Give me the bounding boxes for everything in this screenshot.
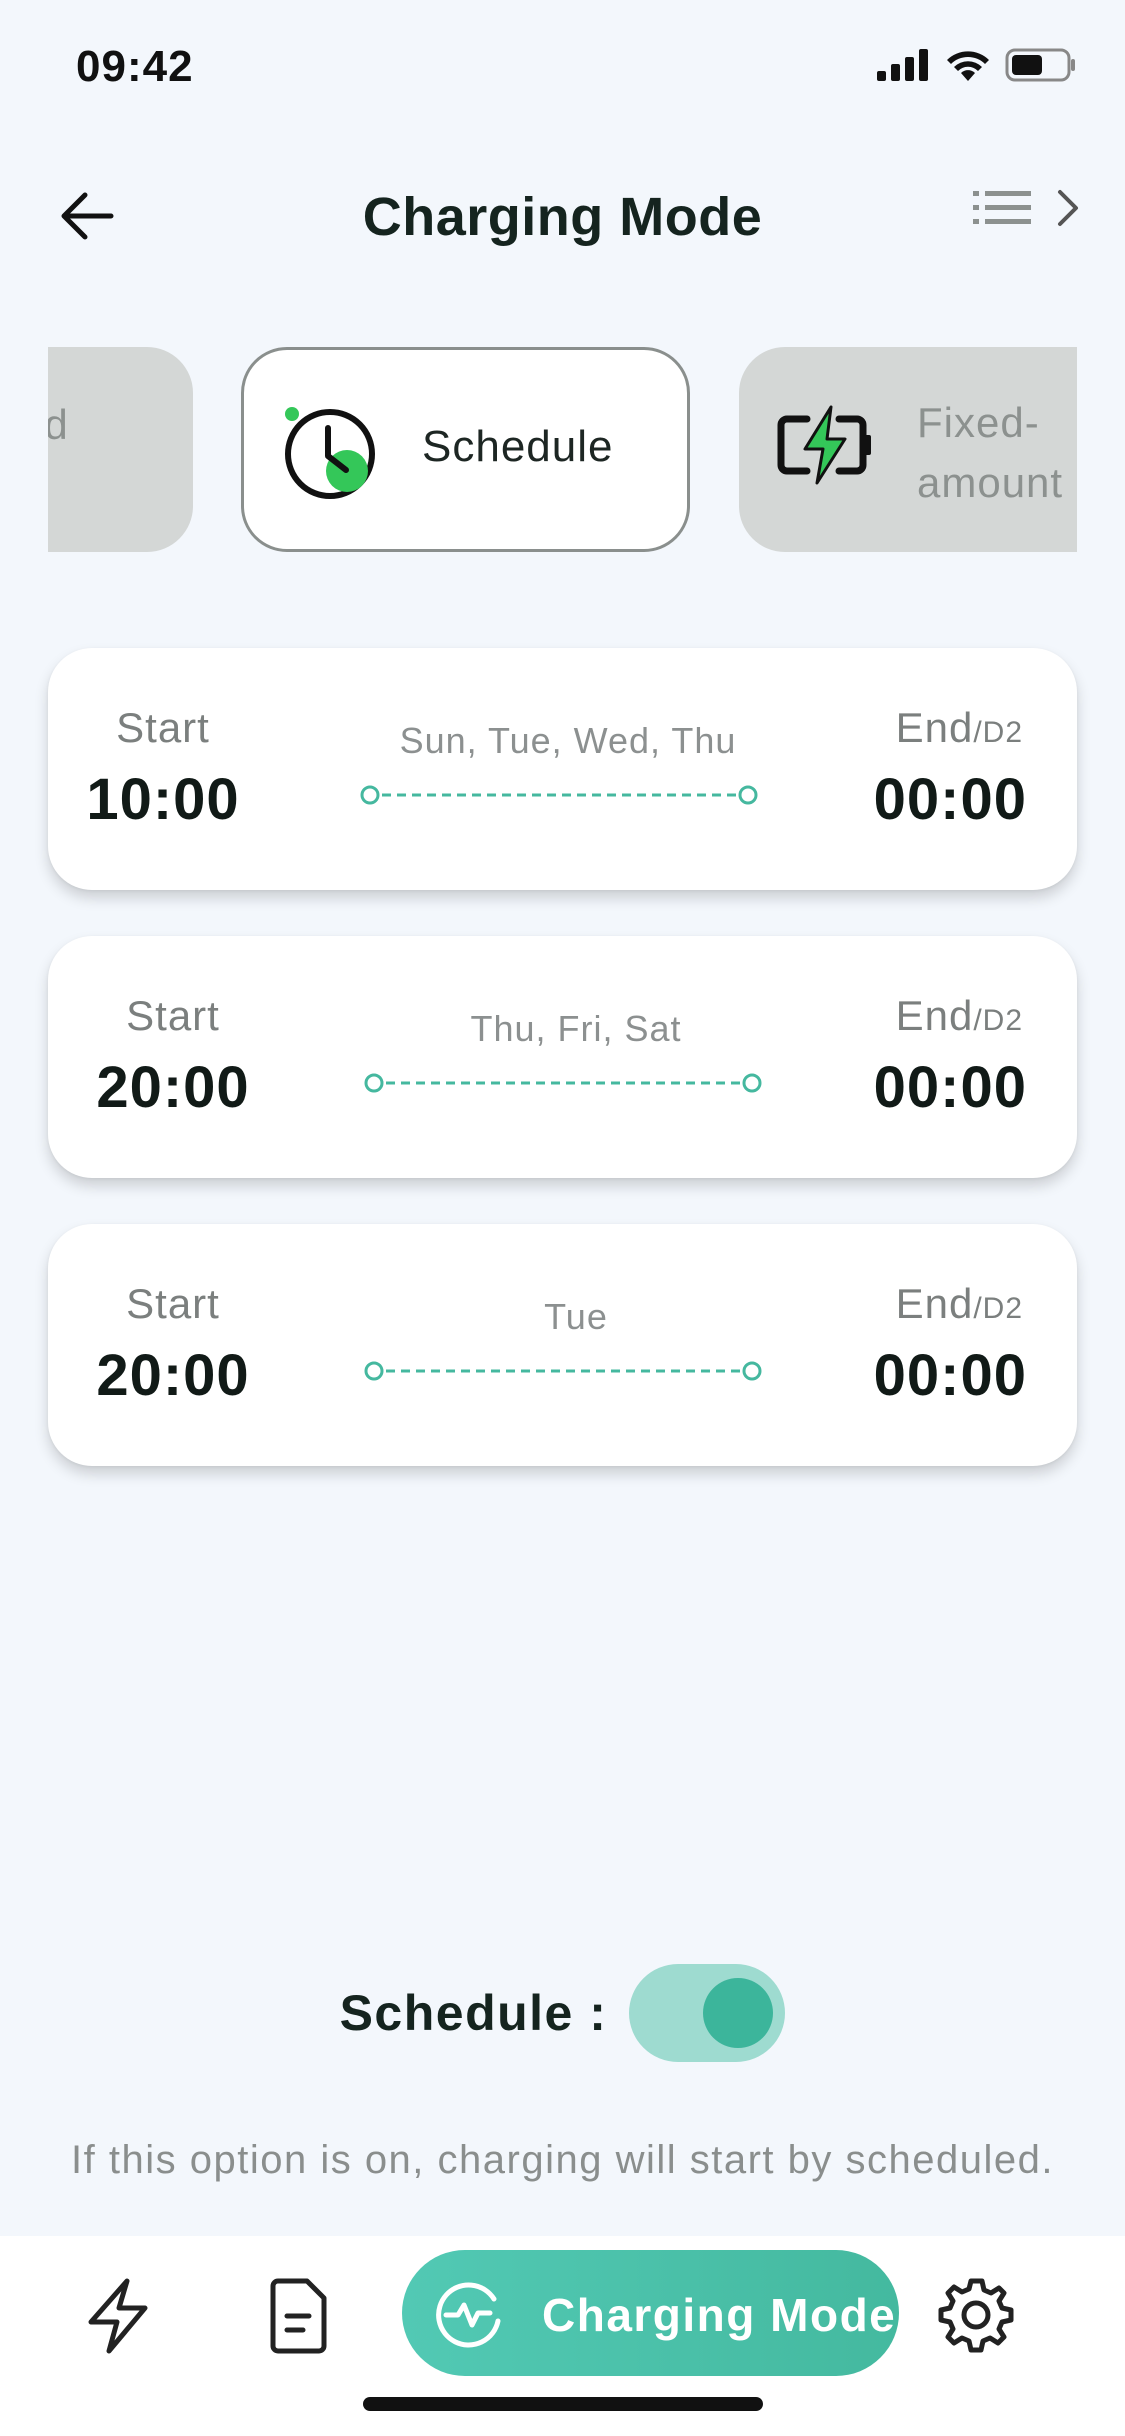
mode-label-fixed-amount: Fixed- amount — [917, 399, 1064, 506]
document-icon — [270, 2278, 327, 2354]
timeline-connector — [364, 1361, 762, 1381]
gear-icon — [938, 2278, 1014, 2353]
mode-carousel[interactable]: nd e Schedule Fixed- amount — [0, 347, 1125, 552]
end-day-suffix: /D2 — [973, 716, 1023, 749]
wifi-icon — [947, 51, 989, 81]
mode-card-fixed-amount[interactable]: Fixed- amount — [739, 347, 1077, 552]
end-label: End/D2 — [895, 1280, 1023, 1327]
schedule-card[interactable]: Start 20:00 Thu, Fri, Sat End/D2 00:00 — [48, 936, 1077, 1178]
schedule-card[interactable]: Start 20:00 Tue End/D2 00:00 — [48, 1224, 1077, 1466]
clock-icon — [280, 404, 380, 509]
end-time: 00:00 — [873, 1055, 1027, 1120]
start-label: Start — [126, 992, 220, 1039]
schedule-days: Tue — [544, 1296, 608, 1337]
header: Charging Mode — [0, 170, 1125, 265]
status-time: 09:42 — [76, 42, 194, 91]
mode-card-schedule[interactable]: Schedule — [241, 347, 690, 552]
schedule-days: Sun, Tue, Wed, Thu — [399, 720, 737, 761]
bottom-nav: Charging Mode — [0, 2236, 1125, 2436]
start-time: 20:00 — [96, 1343, 250, 1408]
home-indicator — [363, 2397, 763, 2411]
schedule-toggle[interactable] — [629, 1964, 786, 2062]
nav-active-label: Charging Mode — [542, 2289, 897, 2341]
battery-icon — [1005, 48, 1075, 82]
header-actions[interactable] — [973, 188, 1081, 228]
start-label: Start — [116, 704, 210, 751]
chevron-right-icon[interactable] — [1055, 188, 1081, 228]
schedule-days: Thu, Fri, Sat — [470, 1008, 682, 1049]
end-day-suffix: /D2 — [973, 1004, 1023, 1037]
schedule-toggle-row: Schedule : — [0, 1963, 1125, 2063]
list-icon[interactable] — [973, 188, 1031, 228]
nav-item-charging-mode[interactable]: Charging Mode — [402, 2250, 899, 2376]
end-time: 00:00 — [873, 1343, 1027, 1408]
mode-label-previous: nd e — [48, 401, 69, 448]
end-label: End/D2 — [895, 992, 1023, 1039]
page-title: Charging Mode — [362, 187, 763, 247]
schedule-list: Start 10:00 Sun, Tue, Wed, Thu End/D2 00… — [48, 648, 1077, 1512]
lightning-icon — [88, 2278, 148, 2354]
nav-item-records[interactable] — [258, 2276, 338, 2356]
schedule-toggle-label: Schedule : — [339, 1985, 608, 2041]
schedule-hint-text: If this option is on, charging will star… — [71, 2138, 1054, 2182]
nav-item-settings[interactable] — [935, 2274, 1017, 2356]
nav-item-charging[interactable] — [78, 2276, 158, 2356]
end-label: End/D2 — [895, 704, 1023, 751]
start-time: 10:00 — [86, 767, 240, 832]
schedule-card[interactable]: Start 10:00 Sun, Tue, Wed, Thu End/D2 00… — [48, 648, 1077, 890]
timeline-connector — [360, 785, 758, 805]
start-time: 20:00 — [96, 1055, 250, 1120]
mode-card-previous[interactable]: nd e — [48, 347, 193, 552]
status-icons — [877, 48, 1077, 82]
end-time: 00:00 — [873, 767, 1027, 832]
battery-charging-icon — [777, 405, 873, 490]
toggle-knob — [703, 1978, 774, 2048]
cellular-signal-icon — [877, 49, 928, 81]
status-bar: 09:42 — [0, 0, 1125, 130]
timeline-connector — [364, 1073, 762, 1093]
end-day-suffix: /D2 — [973, 1292, 1023, 1325]
mode-label-schedule: Schedule — [422, 422, 614, 471]
start-label: Start — [126, 1280, 220, 1327]
pulse-icon — [432, 2277, 506, 2356]
